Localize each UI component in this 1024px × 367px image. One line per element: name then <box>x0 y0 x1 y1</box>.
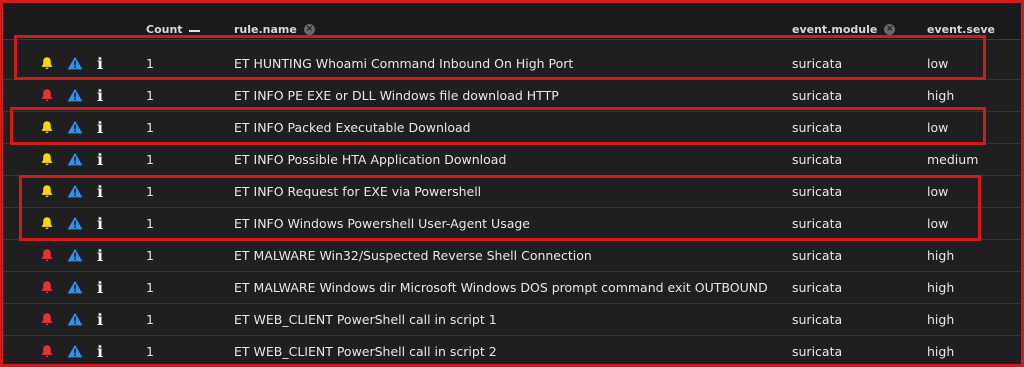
event-severity-cell: high <box>927 344 955 359</box>
bell-icon[interactable] <box>40 336 56 364</box>
bell-icon[interactable] <box>40 208 56 239</box>
info-icon[interactable]: i <box>97 208 107 239</box>
alerts-table-panel: Count rule.name × event.module × event.s… <box>0 0 1024 367</box>
event-module-cell: suricata <box>792 248 843 263</box>
column-header-rule-name[interactable]: rule.name × <box>234 23 315 36</box>
table-header: Count rule.name × event.module × event.s… <box>3 3 1021 40</box>
rule-name-cell[interactable]: ET MALWARE Win32/Suspected Reverse Shell… <box>234 240 592 271</box>
rule-name-cell[interactable]: ET INFO Packed Executable Download <box>234 112 471 143</box>
event-severity-cell: high <box>927 88 955 103</box>
count-cell: 1 <box>146 88 154 103</box>
rule-name-cell[interactable]: ET MALWARE Windows dir Microsoft Windows… <box>234 272 768 303</box>
event-severity-cell: low <box>927 216 949 231</box>
count-cell: 1 <box>146 184 154 199</box>
event-module-cell: suricata <box>792 280 843 295</box>
warning-icon[interactable] <box>67 304 83 335</box>
rule-name-cell[interactable]: ET INFO Possible HTA Application Downloa… <box>234 144 506 175</box>
info-icon[interactable]: i <box>97 176 107 207</box>
count-cell: 1 <box>146 280 154 295</box>
remove-column-icon[interactable]: × <box>884 24 896 35</box>
event-module-cell: suricata <box>792 88 843 103</box>
column-header-event-severity[interactable]: event.seve <box>927 23 995 36</box>
warning-icon[interactable] <box>67 48 83 79</box>
count-cell: 1 <box>146 120 154 135</box>
sort-descending-icon[interactable] <box>188 29 200 32</box>
table-row[interactable]: i 1 ET INFO Windows Powershell User-Agen… <box>3 208 1021 240</box>
table-row[interactable]: i 1 ET WEB_CLIENT PowerShell call in scr… <box>3 336 1021 364</box>
warning-icon[interactable] <box>67 240 83 271</box>
event-severity-cell: high <box>927 248 955 263</box>
event-module-cell: suricata <box>792 152 843 167</box>
table-row[interactable]: i 1 ET INFO Request for EXE via Powershe… <box>3 176 1021 208</box>
table-row[interactable]: i 1 ET WEB_CLIENT PowerShell call in scr… <box>3 304 1021 336</box>
info-icon[interactable]: i <box>97 112 107 143</box>
event-module-cell: suricata <box>792 184 843 199</box>
table-row[interactable]: i 1 ET INFO Possible HTA Application Dow… <box>3 144 1021 176</box>
remove-column-icon[interactable]: × <box>303 24 315 35</box>
warning-icon[interactable] <box>67 176 83 207</box>
info-icon[interactable]: i <box>97 144 107 175</box>
event-module-cell: suricata <box>792 344 843 359</box>
count-cell: 1 <box>146 248 154 263</box>
rule-name-cell[interactable]: ET INFO PE EXE or DLL Windows file downl… <box>234 80 559 111</box>
column-header-count-label: Count <box>146 23 183 36</box>
event-module-cell: suricata <box>792 56 843 71</box>
event-severity-cell: low <box>927 120 949 135</box>
bell-icon[interactable] <box>40 80 56 111</box>
event-severity-cell: high <box>927 312 955 327</box>
rule-name-cell[interactable]: ET INFO Request for EXE via Powershell <box>234 176 481 207</box>
event-severity-cell: high <box>927 280 955 295</box>
count-cell: 1 <box>146 312 154 327</box>
event-module-cell: suricata <box>792 312 843 327</box>
column-header-event-module[interactable]: event.module × <box>792 23 896 36</box>
bell-icon[interactable] <box>40 144 56 175</box>
warning-icon[interactable] <box>67 112 83 143</box>
table-row[interactable]: i 1 ET MALWARE Win32/Suspected Reverse S… <box>3 240 1021 272</box>
table-row[interactable]: i 1 ET MALWARE Windows dir Microsoft Win… <box>3 272 1021 304</box>
rule-name-cell[interactable]: ET WEB_CLIENT PowerShell call in script … <box>234 304 497 335</box>
column-header-count[interactable]: Count <box>146 23 200 36</box>
event-module-cell: suricata <box>792 120 843 135</box>
table-row[interactable]: i 1 ET HUNTING Whoami Command Inbound On… <box>3 48 1021 80</box>
bell-icon[interactable] <box>40 240 56 271</box>
bell-icon[interactable] <box>40 48 56 79</box>
count-cell: 1 <box>146 216 154 231</box>
event-severity-cell: low <box>927 184 949 199</box>
warning-icon[interactable] <box>67 272 83 303</box>
warning-icon[interactable] <box>67 208 83 239</box>
rule-name-cell[interactable]: ET HUNTING Whoami Command Inbound On Hig… <box>234 48 573 79</box>
table-row[interactable]: i 1 ET INFO Packed Executable Download s… <box>3 112 1021 144</box>
count-cell: 1 <box>146 152 154 167</box>
event-severity-cell: low <box>927 56 949 71</box>
info-icon[interactable]: i <box>97 240 107 271</box>
warning-icon[interactable] <box>67 144 83 175</box>
column-header-rule-name-label: rule.name <box>234 23 297 36</box>
info-icon[interactable]: i <box>97 80 107 111</box>
table-row[interactable]: i 1 ET INFO PE EXE or DLL Windows file d… <box>3 80 1021 112</box>
info-icon[interactable]: i <box>97 48 107 79</box>
bell-icon[interactable] <box>40 176 56 207</box>
count-cell: 1 <box>146 344 154 359</box>
rule-name-cell[interactable]: ET WEB_CLIENT PowerShell call in script … <box>234 336 497 364</box>
bell-icon[interactable] <box>40 112 56 143</box>
count-cell: 1 <box>146 56 154 71</box>
bell-icon[interactable] <box>40 272 56 303</box>
table-body: i 1 ET HUNTING Whoami Command Inbound On… <box>3 48 1021 364</box>
rule-name-cell[interactable]: ET INFO Windows Powershell User-Agent Us… <box>234 208 530 239</box>
column-header-event-module-label: event.module <box>792 23 878 36</box>
warning-icon[interactable] <box>67 336 83 364</box>
column-header-event-severity-label: event.seve <box>927 23 995 36</box>
bell-icon[interactable] <box>40 304 56 335</box>
info-icon[interactable]: i <box>97 272 107 303</box>
info-icon[interactable]: i <box>97 336 107 364</box>
info-icon[interactable]: i <box>97 304 107 335</box>
warning-icon[interactable] <box>67 80 83 111</box>
event-severity-cell: medium <box>927 152 979 167</box>
event-module-cell: suricata <box>792 216 843 231</box>
